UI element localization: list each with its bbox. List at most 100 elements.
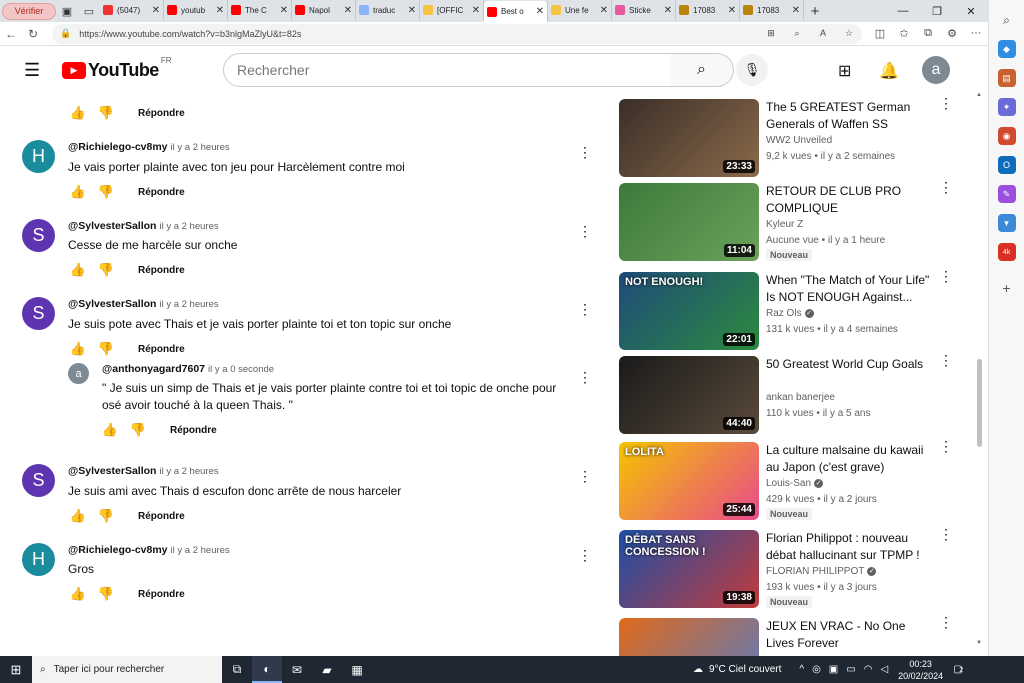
read-aloud-icon[interactable]: A xyxy=(810,28,836,39)
tab-close-icon[interactable]: ✕ xyxy=(216,5,224,16)
recommended-video[interactable]: LOLITA 25:44 La culture malsaine du kawaii… xyxy=(619,439,959,522)
create-video-icon[interactable]: ⊞ xyxy=(838,61,851,81)
sidebar-search-icon[interactable]: ⌕ xyxy=(998,11,1016,29)
verify-button[interactable]: Vérifier xyxy=(2,2,56,20)
like-icon[interactable]: 👍 xyxy=(68,508,88,524)
favorite-star-icon[interactable]: ☆ xyxy=(836,28,862,39)
recommended-video[interactable]: DÉBAT SANS CONCESSION ! 19:38 Florian Phil… xyxy=(619,527,959,610)
channel-name-text[interactable]: ankan banerjee xyxy=(766,392,835,403)
dislike-icon[interactable]: 👎 xyxy=(128,422,148,438)
reply-button[interactable]: Répondre xyxy=(138,265,185,276)
tab-close-icon[interactable]: ✕ xyxy=(408,5,416,16)
author-name[interactable]: @Richielego-cv8my xyxy=(68,544,168,556)
page-scrollbar[interactable]: ▲ ▼ xyxy=(974,92,984,656)
reply-button[interactable]: Répondre xyxy=(138,589,185,600)
tab-close-icon[interactable]: ✕ xyxy=(536,6,544,17)
channel-name[interactable]: FLORIAN PHILIPPOT ✓ xyxy=(766,566,877,577)
recommended-video[interactable]: 44:40 50 Greatest World Cup Goals ankan ba… xyxy=(619,353,959,436)
tab-close-icon[interactable]: ✕ xyxy=(664,5,672,16)
video-thumbnail[interactable]: NOT ENOUGH! 22:01 xyxy=(619,272,759,350)
video-menu-icon[interactable]: ⋮ xyxy=(939,353,953,367)
reply-button[interactable]: Répondre xyxy=(138,187,185,198)
edge-taskbar-icon[interactable]: ◐ xyxy=(252,656,282,683)
designer-icon[interactable]: ✎ xyxy=(997,185,1016,203)
reply-button[interactable]: Répondre xyxy=(170,425,217,436)
video-title[interactable]: La culture malsaine du kawaii au Japon (… xyxy=(766,442,936,476)
comment-author[interactable]: @Richielego-cv8my il y a 2 heures xyxy=(68,141,230,153)
lock-icon[interactable]: 🔒 xyxy=(60,28,71,39)
tab-close-icon[interactable]: ✕ xyxy=(344,5,352,16)
windows-start-icon[interactable]: ⊞ xyxy=(0,662,32,678)
restore-button[interactable]: ❐ xyxy=(920,0,954,22)
like-icon[interactable]: 👍 xyxy=(68,586,88,602)
video-title[interactable]: Florian Philippot : nouveau débat halluc… xyxy=(766,530,936,564)
browser-tab[interactable]: Une fe ✕ xyxy=(548,0,612,20)
video-thumbnail[interactable]: LOLITA 25:44 xyxy=(619,442,759,520)
recommended-video[interactable]: 23:33 The 5 GREATEST German Generals of W… xyxy=(619,96,959,179)
avatar[interactable]: H xyxy=(22,140,55,173)
tab-close-icon[interactable]: ✕ xyxy=(600,5,608,16)
meet-icon[interactable]: ◎ xyxy=(812,664,821,675)
recommended-video[interactable]: 11:04 RETOUR DE CLUB PRO COMPLIQUE Kyleur … xyxy=(619,180,959,263)
notifications-bell-icon[interactable]: 🔔 xyxy=(879,61,899,81)
channel-name[interactable]: Raz Ols ✓ xyxy=(766,308,814,319)
file-explorer-icon[interactable]: ▰ xyxy=(312,656,342,683)
dislike-icon[interactable]: 👎 xyxy=(96,262,116,278)
tab-close-icon[interactable]: ✕ xyxy=(472,5,480,16)
author-name[interactable]: @Richielego-cv8my xyxy=(68,141,168,153)
comment-menu-icon[interactable]: ⋮ xyxy=(578,370,592,384)
channel-name[interactable]: WW2 Unveiled xyxy=(766,135,832,146)
comment-author[interactable]: @SylvesterSallon il y a 2 heures xyxy=(68,220,219,232)
notifications-icon[interactable]: ▢ 2 xyxy=(953,664,963,675)
mail-icon[interactable]: ✉ xyxy=(282,656,312,683)
workspaces-icon[interactable]: ▣ xyxy=(56,0,78,22)
comment-menu-icon[interactable]: ⋮ xyxy=(578,145,592,159)
comment-time[interactable]: il y a 0 seconde xyxy=(208,364,274,375)
video-thumbnail[interactable] xyxy=(619,618,759,656)
like-icon[interactable]: 👍 xyxy=(68,341,88,357)
comment-author[interactable]: @SylvesterSallon il y a 2 heures xyxy=(68,298,219,310)
video-thumbnail[interactable]: 23:33 xyxy=(619,99,759,177)
new-tab-button[interactable]: + xyxy=(804,3,826,20)
channel-name[interactable]: Louis-San ✓ xyxy=(766,478,824,489)
channel-name-text[interactable]: WW2 Unveiled xyxy=(766,135,832,146)
video-thumbnail[interactable]: DÉBAT SANS CONCESSION ! 19:38 xyxy=(619,530,759,608)
video-thumbnail[interactable]: 44:40 xyxy=(619,356,759,434)
author-name[interactable]: @SylvesterSallon xyxy=(68,465,156,477)
url-field[interactable]: 🔒 https://www.youtube.com/watch?v=b3nlgM… xyxy=(52,23,862,44)
author-name[interactable]: @anthonyagard7607 xyxy=(102,363,205,375)
comment-author[interactable]: @anthonyagard7607 il y a 0 seconde xyxy=(102,363,274,375)
close-window-button[interactable]: ✕ xyxy=(954,0,988,22)
browser-tab[interactable]: (5047) ✕ xyxy=(100,0,164,20)
comment-time[interactable]: il y a 2 heures xyxy=(171,545,230,556)
channel-name-text[interactable]: Kyleur Z xyxy=(766,219,803,230)
like-icon[interactable]: 👍 xyxy=(100,422,120,438)
avatar[interactable]: H xyxy=(22,543,55,576)
comment-time[interactable]: il y a 2 heures xyxy=(171,142,230,153)
channel-name-text[interactable]: FLORIAN PHILIPPOT xyxy=(766,566,864,577)
reply-button[interactable]: Répondre xyxy=(138,344,185,355)
dislike-icon[interactable]: 👎 xyxy=(96,508,116,524)
comment-menu-icon[interactable]: ⋮ xyxy=(578,224,592,238)
split-screen-icon[interactable]: ◫ xyxy=(868,27,892,40)
browser-tab[interactable]: traduc ✕ xyxy=(356,0,420,20)
tab-close-icon[interactable]: ✕ xyxy=(152,5,160,16)
back-button[interactable]: ← xyxy=(0,27,22,41)
tab-actions-icon[interactable]: ▭ xyxy=(78,0,100,22)
scrollbar-thumb[interactable] xyxy=(977,359,982,447)
browser-tab[interactable]: Napol ✕ xyxy=(292,0,356,20)
wifi-icon[interactable]: ◠ xyxy=(864,664,873,675)
avatar[interactable]: S xyxy=(22,219,55,252)
collections-icon[interactable]: ⧉ xyxy=(916,27,940,40)
author-name[interactable]: @SylvesterSallon xyxy=(68,220,156,232)
browser-tab[interactable]: 17083 ✕ xyxy=(740,0,804,20)
scroll-up-arrow-icon[interactable]: ▲ xyxy=(976,92,982,98)
youtube-logo[interactable]: ▶ YouTube FR xyxy=(62,56,172,81)
like-icon[interactable]: 👍 xyxy=(68,184,88,200)
tab-close-icon[interactable]: ✕ xyxy=(792,5,800,16)
favorites-icon[interactable]: ✩ xyxy=(892,27,916,40)
outlook-icon[interactable]: O xyxy=(997,156,1016,174)
browser-tab[interactable]: 17083 ✕ xyxy=(676,0,740,20)
menu-hamburger-icon[interactable]: ☰ xyxy=(24,60,42,81)
app-available-icon[interactable]: ⊞ xyxy=(758,28,784,39)
